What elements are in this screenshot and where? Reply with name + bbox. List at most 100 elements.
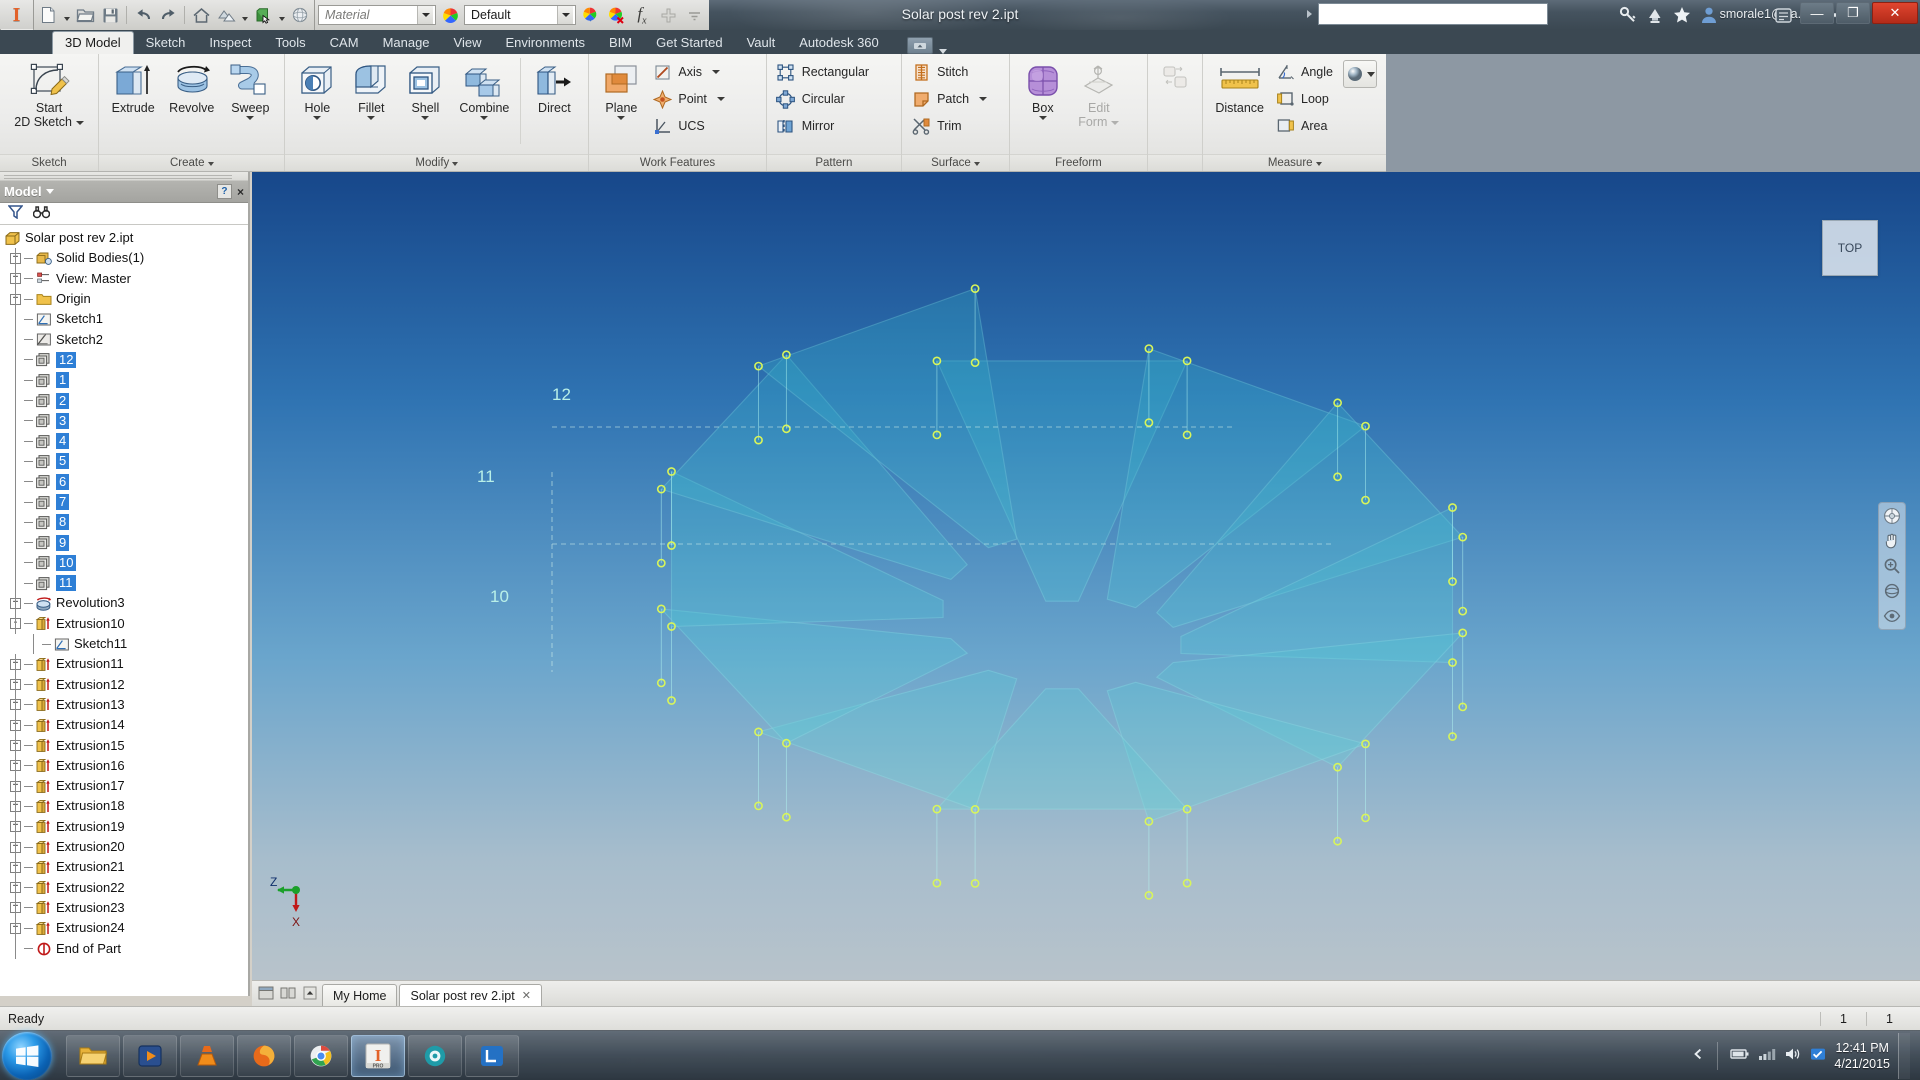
- combine-dropdown-icon[interactable]: [480, 116, 488, 120]
- save-file-button[interactable]: [98, 3, 122, 27]
- undo-button[interactable]: [131, 3, 155, 27]
- favorites-star-icon[interactable]: [1671, 4, 1693, 26]
- measure-panel-expand-icon[interactable]: [1316, 155, 1322, 171]
- plane-dropdown-icon[interactable]: [617, 116, 625, 120]
- redo-button[interactable]: [156, 3, 180, 27]
- tree-node-revolution3[interactable]: +Revolution3: [4, 593, 248, 613]
- tile-windows-icon[interactable]: [256, 983, 276, 1003]
- windows-start-orb[interactable]: [2, 1032, 52, 1080]
- tree-node-extrusion17[interactable]: +Extrusion17: [4, 776, 248, 796]
- circular-pattern-button[interactable]: Circular: [772, 86, 875, 112]
- plane-button[interactable]: Plane: [594, 58, 648, 123]
- hole-dropdown-icon[interactable]: [313, 116, 321, 120]
- axis-dropdown-icon[interactable]: [712, 70, 720, 74]
- appearance-combo-arrow[interactable]: [557, 6, 573, 24]
- tab-sketch[interactable]: Sketch: [134, 32, 198, 54]
- home-view-button[interactable]: [189, 3, 213, 27]
- material-combo-arrow[interactable]: [417, 6, 433, 24]
- volume-icon[interactable]: [1784, 1047, 1802, 1064]
- appearance-combo[interactable]: Default: [464, 5, 576, 25]
- tree-node-extrusion18[interactable]: +Extrusion18: [4, 796, 248, 816]
- tree-node-8[interactable]: 8: [4, 512, 248, 532]
- scroll-up-icon[interactable]: [300, 983, 320, 1003]
- parameters-button[interactable]: fx: [630, 3, 654, 27]
- tree-node-sketch1[interactable]: Sketch1: [4, 309, 248, 329]
- measure-loop-button[interactable]: Loop: [1271, 86, 1339, 112]
- search-expand-icon[interactable]: [1304, 4, 1314, 24]
- tree-node-extrusion16[interactable]: +Extrusion16: [4, 756, 248, 776]
- search-input[interactable]: [1318, 3, 1548, 25]
- patch-button[interactable]: Patch: [907, 86, 993, 112]
- rectangular-pattern-button[interactable]: Rectangular: [772, 59, 875, 85]
- media-player-icon[interactable]: [123, 1035, 177, 1077]
- trim-button[interactable]: Trim: [907, 113, 993, 139]
- ucs-button[interactable]: UCS: [648, 113, 731, 139]
- tree-node-extrusion20[interactable]: +Extrusion20: [4, 837, 248, 857]
- action-center-icon[interactable]: [1810, 1047, 1826, 1064]
- firefox-icon[interactable]: [237, 1035, 291, 1077]
- modify-panel-expand-icon[interactable]: [452, 155, 458, 171]
- tab-get-started[interactable]: Get Started: [644, 32, 734, 54]
- surface-panel-expand-icon[interactable]: [974, 155, 980, 171]
- network-signal-icon[interactable]: [1758, 1047, 1776, 1064]
- edit-form-dropdown-icon[interactable]: [1111, 121, 1119, 125]
- measure-angle-button[interactable]: Angle: [1271, 59, 1339, 85]
- material-browser-icon[interactable]: [438, 3, 462, 27]
- tab-autodesk-360[interactable]: Autodesk 360: [787, 32, 891, 54]
- exchange-apps-icon[interactable]: [1772, 4, 1794, 26]
- close-tab-icon[interactable]: ✕: [522, 989, 531, 1002]
- navigation-bar[interactable]: [1878, 502, 1906, 630]
- filter-icon[interactable]: [8, 205, 23, 222]
- point-button[interactable]: Point: [648, 86, 731, 112]
- tree-node-extrusion22[interactable]: +Extrusion22: [4, 878, 248, 898]
- tree-node-extrusion11[interactable]: +Extrusion11: [4, 654, 248, 674]
- orbit-button[interactable]: [288, 3, 312, 27]
- tree-node-1[interactable]: 1: [4, 370, 248, 390]
- view-styles-button[interactable]: [214, 3, 238, 27]
- shell-button[interactable]: Shell: [398, 58, 452, 123]
- chrome-icon[interactable]: [294, 1035, 348, 1077]
- sweep-dropdown-icon[interactable]: [246, 116, 254, 120]
- tree-node-6[interactable]: 6: [4, 472, 248, 492]
- tree-node-view-master[interactable]: +View: Master: [4, 269, 248, 289]
- start-sketch-dropdown-icon[interactable]: [76, 121, 84, 125]
- ribbon-minimize-button[interactable]: [907, 37, 933, 54]
- tree-node-extrusion19[interactable]: +Extrusion19: [4, 817, 248, 837]
- doctab-solar-post[interactable]: Solar post rev 2.ipt ✕: [399, 984, 541, 1006]
- revolve-button[interactable]: Revolve: [162, 58, 221, 118]
- browser-close-button[interactable]: ×: [237, 186, 244, 198]
- tree-node-11[interactable]: 11: [4, 573, 248, 593]
- material-combo[interactable]: Material: [318, 5, 436, 25]
- browser-help-button[interactable]: ?: [217, 184, 232, 199]
- edit-form-button[interactable]: Edit Form: [1071, 58, 1127, 132]
- tree-node-extrusion24[interactable]: +Extrusion24: [4, 918, 248, 938]
- tree-node-extrusion23[interactable]: +Extrusion23: [4, 898, 248, 918]
- new-file-button[interactable]: [36, 3, 60, 27]
- tree-node-extrusion12[interactable]: +Extrusion12: [4, 675, 248, 695]
- direct-edit-button[interactable]: Direct: [525, 58, 583, 118]
- hole-button[interactable]: Hole: [290, 58, 344, 123]
- clear-appearance-button[interactable]: [604, 3, 628, 27]
- vlc-player-icon[interactable]: [180, 1035, 234, 1077]
- file-explorer-icon[interactable]: [66, 1035, 120, 1077]
- 3d-viewport[interactable]: 121110 TOP: [252, 172, 1920, 980]
- satellite-dish-icon[interactable]: [1644, 4, 1666, 26]
- adjust-appearance-button[interactable]: [578, 3, 602, 27]
- measure-area-button[interactable]: Area: [1271, 113, 1339, 139]
- user-avatar-icon[interactable]: [1698, 4, 1720, 26]
- tab-inspect[interactable]: Inspect: [197, 32, 263, 54]
- tree-node-7[interactable]: 7: [4, 492, 248, 512]
- tree-node-sketch11[interactable]: Sketch11: [4, 634, 248, 654]
- shell-dropdown-icon[interactable]: [421, 116, 429, 120]
- start-2d-sketch-button[interactable]: Start 2D Sketch: [7, 58, 91, 132]
- fillet-dropdown-icon[interactable]: [367, 116, 375, 120]
- tree-node-extrusion15[interactable]: +Extrusion15: [4, 735, 248, 755]
- find-binoculars-icon[interactable]: [33, 205, 50, 222]
- tab-environments[interactable]: Environments: [494, 32, 597, 54]
- browser-drag-grip[interactable]: [0, 172, 248, 181]
- tree-node-end-of-part[interactable]: End of Part: [4, 938, 248, 958]
- inventor-icon[interactable]: IPRO: [351, 1035, 405, 1077]
- tree-node-12[interactable]: 12: [4, 350, 248, 370]
- tab-manage[interactable]: Manage: [371, 32, 442, 54]
- battery-icon[interactable]: [1730, 1047, 1750, 1064]
